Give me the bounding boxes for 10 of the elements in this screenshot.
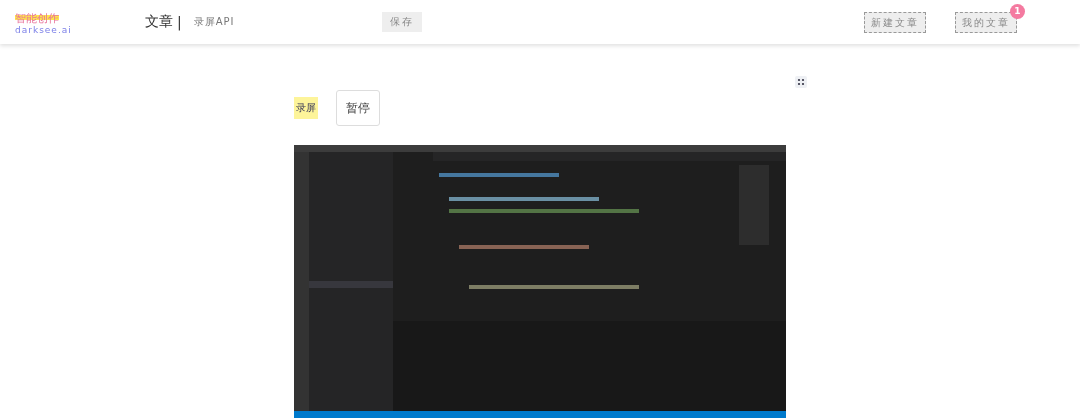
count-badge: 1 xyxy=(1010,3,1025,19)
pause-button[interactable]: 暂停 xyxy=(336,90,380,126)
drag-handle-icon[interactable] xyxy=(795,76,807,88)
save-button[interactable]: 保存 xyxy=(382,12,422,32)
nav-button[interactable]: 新建文章 xyxy=(864,12,926,34)
logo-subtitle: darksee.ai xyxy=(15,25,73,35)
record-label: 录屏 xyxy=(294,97,318,119)
nav-link[interactable]: 文章 xyxy=(145,13,173,31)
nav-link[interactable]: 录屏API xyxy=(193,15,235,29)
nav-separator: | xyxy=(177,14,182,30)
